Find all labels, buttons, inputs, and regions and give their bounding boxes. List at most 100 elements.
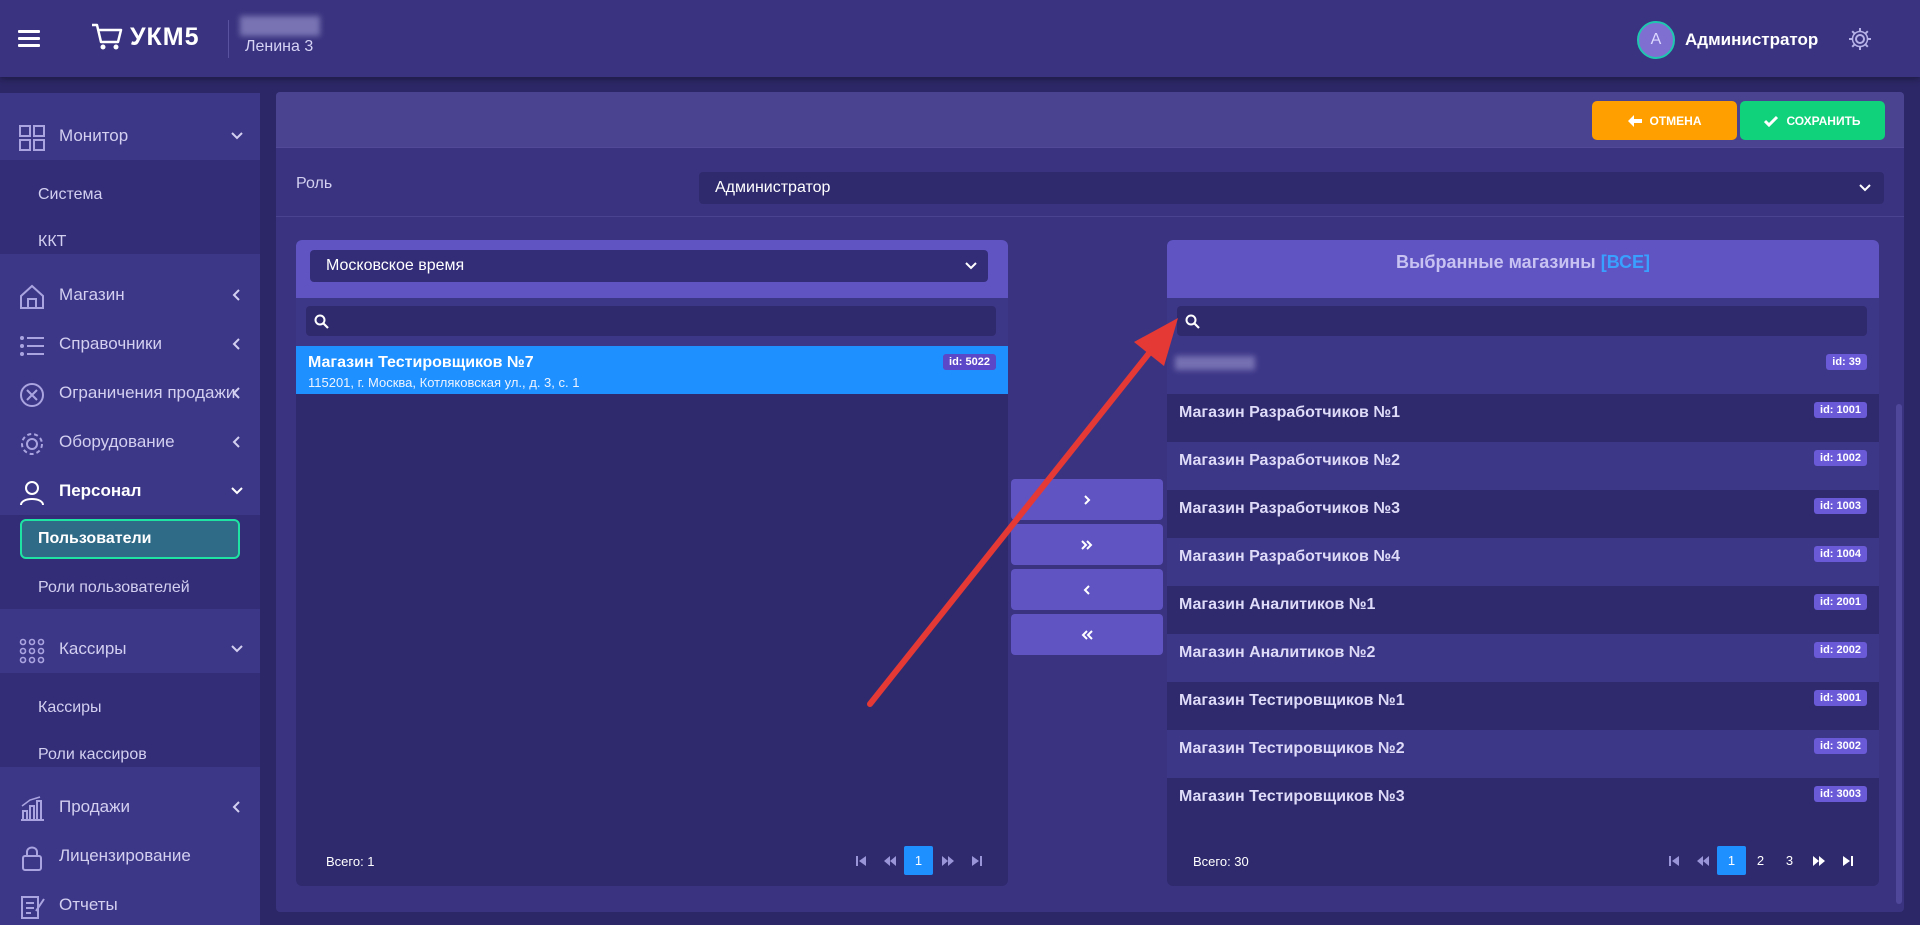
list-item[interactable]: Магазин Разработчиков №4 id: 1004 [1167,538,1879,586]
total-count: Всего: 30 [1193,854,1249,869]
selected-stores-panel: Выбранные магазины [ВСЕ] id: 39 Магазин … [1167,240,1879,886]
chevron-left-icon [232,801,240,813]
chevron-down-icon [231,645,243,653]
sidebar-item-cashiers[interactable]: Кассиры [0,625,260,673]
save-label: СОХРАНИТЬ [1786,113,1861,128]
store-name: Магазин Тестировщиков №1 [1179,692,1405,709]
sidebar-item-sales[interactable]: Продажи [0,783,260,831]
sidebar-item-references[interactable]: Справочники [0,320,260,368]
available-stores-search-input[interactable] [336,306,986,336]
page-2-button[interactable]: 2 [1746,846,1775,875]
list-item[interactable]: Магазин Тестировщиков №3 id: 3003 [1167,778,1879,826]
last-page-icon[interactable] [962,846,991,875]
last-page-icon[interactable] [1833,846,1862,875]
sidebar-subitem-users[interactable]: Пользователи [20,519,240,559]
list-item[interactable]: Магазин Аналитиков №2 id: 2002 [1167,634,1879,682]
panel-title: Выбранные магазины [ВСЕ] [1167,252,1879,273]
role-select[interactable]: Администратор [699,172,1884,204]
arrow-left-icon [1627,114,1642,127]
sidebar-item-store[interactable]: Магазин [0,271,260,319]
prev-page-icon[interactable] [1688,846,1717,875]
brand-name: УКМ5 [130,22,200,51]
sidebar-item-licensing[interactable]: Лицензирование [0,832,260,880]
brand-logo[interactable]: УКМ5 [90,22,200,52]
page-1-button[interactable]: 1 [1717,846,1746,875]
main-content: ОТМЕНА СОХРАНИТЬ Роль Администратор Моск… [276,92,1904,912]
move-all-button[interactable] [1011,524,1163,565]
cancel-button[interactable]: ОТМЕНА [1592,101,1737,140]
store-name: Магазин Тестировщиков №7 [308,354,534,371]
store-id-badge: id: 1002 [1814,450,1867,466]
sales-icon [21,796,44,821]
list-item[interactable]: id: 39 [1167,346,1879,394]
sidebar-subitem-cashiers[interactable]: Кассиры [38,699,102,717]
menu-icon[interactable] [18,28,42,50]
search-box [1177,306,1867,336]
store-icon [20,284,44,309]
toolbar: ОТМЕНА СОХРАНИТЬ [276,92,1904,148]
sidebar-item-label: Справочники [59,334,162,353]
remove-all-button[interactable] [1011,614,1163,655]
sidebar-item-label: Лицензирование [59,846,191,865]
selected-stores-search-input[interactable] [1207,306,1857,336]
role-value: Администратор [715,179,831,196]
divider [276,216,1904,217]
first-page-icon[interactable] [846,846,875,875]
sidebar-subitem-system[interactable]: Система [38,186,102,204]
cashiers-icon [19,638,45,664]
next-page-icon[interactable] [1804,846,1833,875]
page-1-button[interactable]: 1 [904,846,933,875]
store-id-badge: id: 5022 [943,354,996,370]
store-name: Магазин Аналитиков №2 [1179,644,1376,661]
user-name: Администратор [1685,30,1819,49]
list-item[interactable]: Магазин Аналитиков №1 id: 2001 [1167,586,1879,634]
move-selected-button[interactable] [1011,479,1163,520]
page-3-button[interactable]: 3 [1775,846,1804,875]
sidebar-subitem-cashier-roles[interactable]: Роли кассиров [38,746,147,764]
list-item[interactable]: Магазин Разработчиков №1 id: 1001 [1167,394,1879,442]
sidebar-subitem-user-roles[interactable]: Роли пользователей [38,579,190,597]
select-all-link[interactable]: [ВСЕ] [1601,252,1650,272]
chevron-left-icon [232,338,240,350]
save-button[interactable]: СОХРАНИТЬ [1740,101,1885,140]
search-row [1167,298,1879,346]
sidebar-subitem-kkt[interactable]: ККТ [38,233,66,251]
sidebar-item-equipment[interactable]: Оборудование [0,418,260,466]
next-page-icon[interactable] [933,846,962,875]
monitor-submenu: Система ККТ [0,160,260,254]
sidebar-item-label: Продажи [59,797,130,816]
user-menu[interactable]: А Администратор [1637,21,1818,59]
search-row [296,298,1008,346]
list-item[interactable]: Магазин Разработчиков №2 id: 1002 [1167,442,1879,490]
list-item[interactable]: Магазин Тестировщиков №7 115201, г. Моск… [296,346,1008,394]
scrollbar[interactable] [1896,404,1902,904]
panel-header: Московское время [296,240,1008,298]
sidebar-item-restrictions[interactable]: Ограничения продажи [0,369,260,417]
prev-page-icon[interactable] [875,846,904,875]
chevron-down-icon [231,132,243,140]
store-name: Ленина 3 [245,38,314,55]
timezone-value: Московское время [326,257,465,274]
list-item[interactable]: Магазин Тестировщиков №1 id: 3001 [1167,682,1879,730]
cashiers-submenu: Кассиры Роли кассиров [0,673,260,767]
avatar: А [1637,21,1675,59]
sidebar-item-monitor[interactable]: Монитор [0,112,260,160]
store-name: Магазин Разработчиков №4 [1179,548,1401,565]
sidebar-item-reports[interactable]: Отчеты [0,881,260,925]
double-chevron-right-icon [1081,539,1093,550]
gear-icon[interactable] [1848,27,1872,51]
store-name-blurred [1175,356,1255,370]
store-id-badge: id: 3001 [1814,690,1867,706]
timezone-select[interactable]: Московское время [310,250,988,282]
chevron-right-icon [1084,494,1091,505]
sidebar-item-label: Ограничения продажи [59,383,236,402]
sidebar-item-label: Магазин [59,285,125,304]
list-item[interactable]: Магазин Разработчиков №3 id: 1003 [1167,490,1879,538]
list-item[interactable]: Магазин Тестировщиков №2 id: 3002 [1167,730,1879,778]
sidebar-item-label: Персонал [59,481,142,500]
sidebar-item-personnel[interactable]: Персонал [0,467,260,515]
store-id-badge: id: 3002 [1814,738,1867,754]
sidebar-item-label: Кассиры [59,639,127,658]
remove-selected-button[interactable] [1011,569,1163,610]
first-page-icon[interactable] [1659,846,1688,875]
